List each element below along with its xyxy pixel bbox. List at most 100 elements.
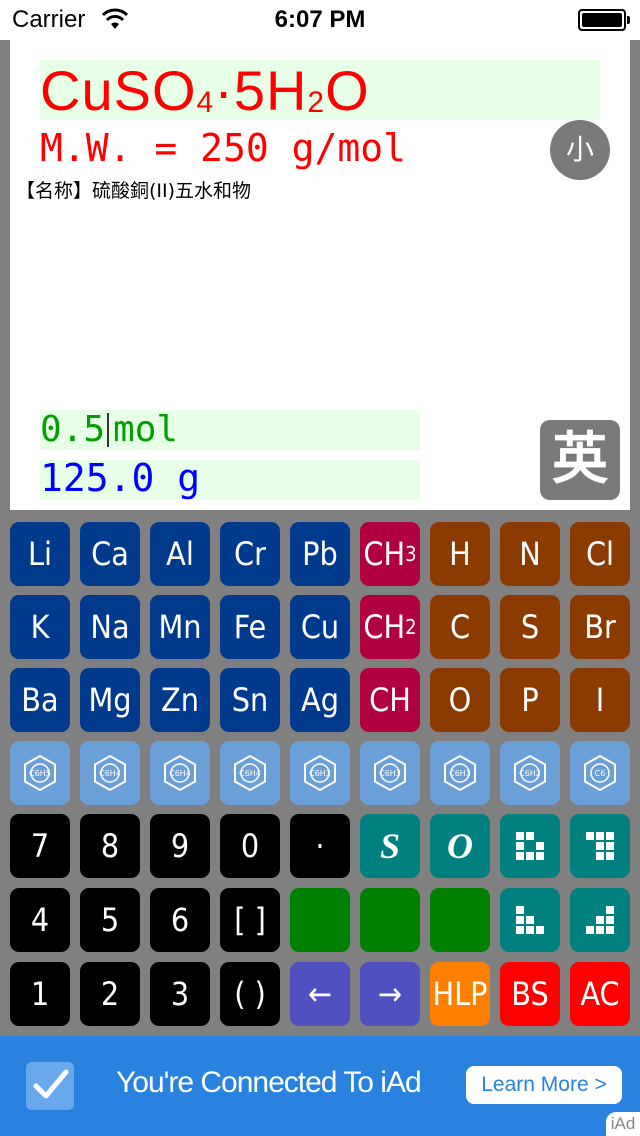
key-1[interactable]: 1: [10, 962, 70, 1026]
benzene-ring-key[interactable]: C6H5: [10, 741, 70, 805]
learn-more-button[interactable]: Learn More >: [466, 1066, 622, 1104]
key-symbol[interactable]: [ ]: [220, 888, 280, 952]
key-label: Ag: [301, 681, 339, 719]
key-mg[interactable]: Mg: [80, 668, 140, 732]
key-symbol[interactable]: ( ): [220, 962, 280, 1026]
key-al[interactable]: Al: [150, 522, 210, 586]
key-fe[interactable]: Fe: [220, 595, 280, 659]
font-size-button[interactable]: 小: [550, 120, 610, 180]
benzene-ring-key[interactable]: C6H4: [80, 741, 140, 805]
keypad: Li Ca Al Cr Pb CH 3 H N Cl K Na Mn Fe Cu CH 2 C S Br Ba Mg Zn S…: [0, 510, 640, 1036]
benzene-ring-key[interactable]: C6H4: [220, 741, 280, 805]
benzene-ring-key[interactable]: C6H4: [150, 741, 210, 805]
key-blank[interactable]: [290, 888, 350, 952]
grid-icon-c-key[interactable]: [500, 888, 560, 952]
key-5[interactable]: 5: [80, 888, 140, 952]
compound-name: 【名称】硫酸銅(II)五水和物: [16, 180, 252, 202]
key-label: Ba: [21, 681, 59, 719]
key-ch2[interactable]: CH 2: [360, 595, 420, 659]
benzene-ring-key[interactable]: C6H2: [500, 741, 560, 805]
benzene-ring-key[interactable]: C6H3: [360, 741, 420, 805]
key-7[interactable]: 7: [10, 814, 70, 878]
key-ba[interactable]: Ba: [10, 668, 70, 732]
key-na[interactable]: Na: [80, 595, 140, 659]
key-o[interactable]: O: [430, 814, 490, 878]
svg-text:C6H5: C6H5: [29, 769, 51, 778]
key-2[interactable]: 2: [80, 962, 140, 1026]
key-symbol[interactable]: ·: [290, 814, 350, 878]
key-symbol[interactable]: →: [360, 962, 420, 1026]
key-zn[interactable]: Zn: [150, 668, 210, 732]
key-label: 2: [100, 975, 120, 1013]
result-display: CuSO4·5H2O M.W. = 250 g/mol 【名称】硫酸銅(II)五…: [10, 40, 630, 510]
key-blank[interactable]: [360, 888, 420, 952]
language-toggle-button[interactable]: 英: [540, 420, 620, 500]
battery-icon: [578, 9, 630, 31]
key-6[interactable]: 6: [150, 888, 210, 952]
key-label: I: [595, 681, 605, 719]
key-0[interactable]: 0: [220, 814, 280, 878]
key-label: Br: [584, 608, 616, 646]
key-4[interactable]: 4: [10, 888, 70, 952]
grid-icon-a-key[interactable]: [500, 814, 560, 878]
key-ch[interactable]: CH: [360, 668, 420, 732]
svg-text:C6H4: C6H4: [99, 769, 121, 778]
ad-text: You're Connected To iAd: [116, 1066, 422, 1099]
benzene-ring-key[interactable]: C6: [570, 741, 630, 805]
key-o[interactable]: O: [430, 668, 490, 732]
key-c[interactable]: C: [430, 595, 490, 659]
benzene-ring-key[interactable]: C6H3: [430, 741, 490, 805]
key-label: S: [379, 826, 401, 866]
key-cr[interactable]: Cr: [220, 522, 280, 586]
key-label: 1: [30, 975, 50, 1013]
key-k[interactable]: K: [10, 595, 70, 659]
key-ac[interactable]: AC: [570, 962, 630, 1026]
key-br[interactable]: Br: [570, 595, 630, 659]
key-i[interactable]: I: [570, 668, 630, 732]
key-hlp[interactable]: HLP: [430, 962, 490, 1026]
key-9[interactable]: 9: [150, 814, 210, 878]
key-ag[interactable]: Ag: [290, 668, 350, 732]
key-li[interactable]: Li: [10, 522, 70, 586]
key-blank[interactable]: [430, 888, 490, 952]
key-h[interactable]: H: [430, 522, 490, 586]
key-label: K: [30, 608, 50, 646]
svg-text:C6H4: C6H4: [239, 769, 261, 778]
key-ch3[interactable]: CH 3: [360, 522, 420, 586]
key-8[interactable]: 8: [80, 814, 140, 878]
key-label: Sn: [231, 681, 269, 719]
key-cl[interactable]: Cl: [570, 522, 630, 586]
mol-input[interactable]: 0.5 mol: [40, 408, 178, 452]
status-bar: Carrier 6:07 PM: [0, 0, 640, 40]
clock: 6:07 PM: [274, 6, 366, 33]
key-label: Mg: [88, 681, 132, 719]
key-label: C: [449, 608, 471, 646]
grid-icon-d-key[interactable]: [570, 888, 630, 952]
key-label: CH: [363, 535, 406, 573]
key-p[interactable]: P: [500, 668, 560, 732]
key-symbol[interactable]: ←: [290, 962, 350, 1026]
iad-badge: iAd: [606, 1112, 640, 1136]
key-s[interactable]: S: [360, 814, 420, 878]
key-s[interactable]: S: [500, 595, 560, 659]
key-label: ←: [307, 975, 333, 1013]
key-n[interactable]: N: [500, 522, 560, 586]
key-3[interactable]: 3: [150, 962, 210, 1026]
molecular-weight: M.W. = 250 g/mol: [40, 126, 407, 170]
key-label: 7: [30, 827, 50, 865]
key-pb[interactable]: Pb: [290, 522, 350, 586]
gram-output: 125.0 g: [40, 456, 201, 500]
key-label: ·: [315, 827, 325, 865]
key-mn[interactable]: Mn: [150, 595, 210, 659]
formula-text: CuSO4·5H2O: [40, 59, 370, 122]
key-label: BS: [511, 975, 549, 1013]
key-ca[interactable]: Ca: [80, 522, 140, 586]
key-label: H: [449, 535, 471, 573]
grid-icon-b-key[interactable]: [570, 814, 630, 878]
checkmark-icon: [26, 1062, 74, 1110]
iad-banner[interactable]: You're Connected To iAd Learn More > iAd: [0, 1036, 640, 1136]
key-cu[interactable]: Cu: [290, 595, 350, 659]
benzene-ring-key[interactable]: C6H3: [290, 741, 350, 805]
key-bs[interactable]: BS: [500, 962, 560, 1026]
key-sn[interactable]: Sn: [220, 668, 280, 732]
